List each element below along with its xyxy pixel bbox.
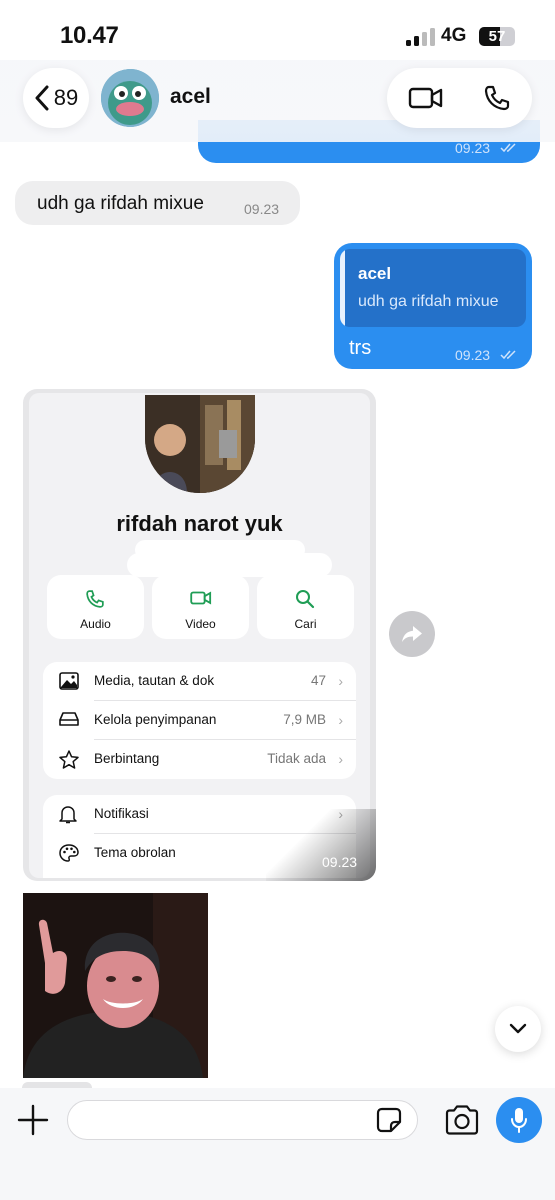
sticker-message[interactable]: [23, 893, 208, 1078]
message-time: 09.23: [322, 854, 358, 870]
message-bubble-incoming[interactable]: udh ga rifdah mixue 09.23: [15, 181, 300, 225]
message-text: udh ga rifdah mixue: [37, 193, 204, 214]
list-item-value: 7,9 MB: [283, 712, 326, 727]
reply-quote[interactable]: acel udh ga rifdah mixue: [340, 249, 526, 327]
list-item-value: Tidak ada: [267, 751, 326, 766]
list-item: Berbintang Tidak ada ›: [43, 740, 356, 779]
audio-label: Audio: [80, 617, 111, 631]
signal-icon: [406, 28, 436, 46]
contact-name[interactable]: acel: [170, 85, 211, 109]
voice-message-button[interactable]: [496, 1097, 542, 1143]
list-item-label: Berbintang: [94, 751, 160, 766]
image-message[interactable]: rifdah narot yuk Audio Video Cari Media,…: [23, 389, 376, 881]
redaction-mark: [127, 553, 332, 577]
sticker-button[interactable]: [374, 1105, 404, 1135]
reply-author: acel: [358, 264, 392, 283]
sticker-icon: [376, 1107, 402, 1133]
attach-button[interactable]: [15, 1102, 51, 1138]
plus-icon: [17, 1104, 49, 1136]
contact-info-screenshot: rifdah narot yuk Audio Video Cari Media,…: [29, 393, 370, 878]
list-item-label: Kelola penyimpanan: [94, 712, 217, 727]
list-item: Media, tautan & dok 47 ›: [43, 662, 356, 701]
status-time: 10.47: [60, 22, 119, 49]
back-button[interactable]: 89: [23, 68, 89, 128]
chevron-down-icon: [509, 1023, 527, 1034]
phone-icon[interactable]: [483, 84, 511, 112]
call-actions: [387, 68, 532, 128]
camera-button[interactable]: [443, 1102, 481, 1138]
image-icon: [59, 672, 79, 690]
chevron-right-icon: ›: [338, 712, 343, 728]
unread-count: 89: [53, 85, 79, 110]
list-item-label: Media, tautan & dok: [94, 673, 215, 688]
battery-level: 57: [488, 28, 506, 45]
phone-icon: [86, 590, 104, 608]
list-item-label: Tema obrolan: [94, 845, 176, 860]
time-overlay: [266, 809, 376, 881]
search-label: Cari: [294, 617, 317, 631]
chevron-right-icon: ›: [338, 751, 343, 767]
audio-button: Audio: [47, 575, 144, 639]
forward-arrow-icon: [402, 626, 422, 642]
group-name: rifdah narot yuk: [116, 511, 283, 536]
video-call-icon[interactable]: [408, 85, 444, 111]
partial-bubble: [22, 1082, 92, 1088]
list-item-label: Notifikasi: [94, 806, 149, 821]
message-time: 09.23: [244, 201, 280, 217]
video-button: Video: [152, 575, 249, 639]
reply-text: udh ga rifdah mixue: [358, 293, 499, 310]
reply-bar: [340, 249, 345, 327]
search-icon: [296, 590, 315, 609]
network-type: 4G: [441, 25, 467, 46]
chevron-left-icon: [35, 85, 49, 111]
avatar[interactable]: [101, 69, 159, 127]
read-ticks-icon: [500, 350, 516, 360]
media-settings-list: Media, tautan & dok 47 › Kelola penyimpa…: [43, 662, 356, 779]
list-item: Kelola penyimpanan 7,9 MB ›: [43, 701, 356, 740]
battery-icon: 57: [479, 27, 515, 46]
message-time: 09.23: [455, 140, 491, 156]
list-item-value: 47: [310, 673, 326, 688]
scroll-down-button[interactable]: [495, 1006, 541, 1052]
video-icon: [190, 591, 212, 605]
message-input[interactable]: [67, 1100, 418, 1140]
forward-button[interactable]: [389, 611, 435, 657]
storage-icon: [59, 712, 79, 726]
palette-icon: [59, 844, 79, 862]
message-bubble-outgoing[interactable]: acel udh ga rifdah mixue trs 09.23: [334, 243, 532, 369]
profile-photo: [145, 395, 255, 493]
camera-icon: [445, 1105, 479, 1135]
bell-icon: [59, 806, 77, 824]
star-icon: [59, 750, 79, 769]
message-text: trs: [349, 337, 372, 359]
chevron-right-icon: ›: [338, 673, 343, 689]
video-label: Video: [185, 617, 216, 631]
read-ticks-icon: [500, 143, 516, 153]
search-button: Cari: [257, 575, 354, 639]
message-time: 09.23: [455, 347, 491, 363]
microphone-icon: [511, 1108, 527, 1133]
